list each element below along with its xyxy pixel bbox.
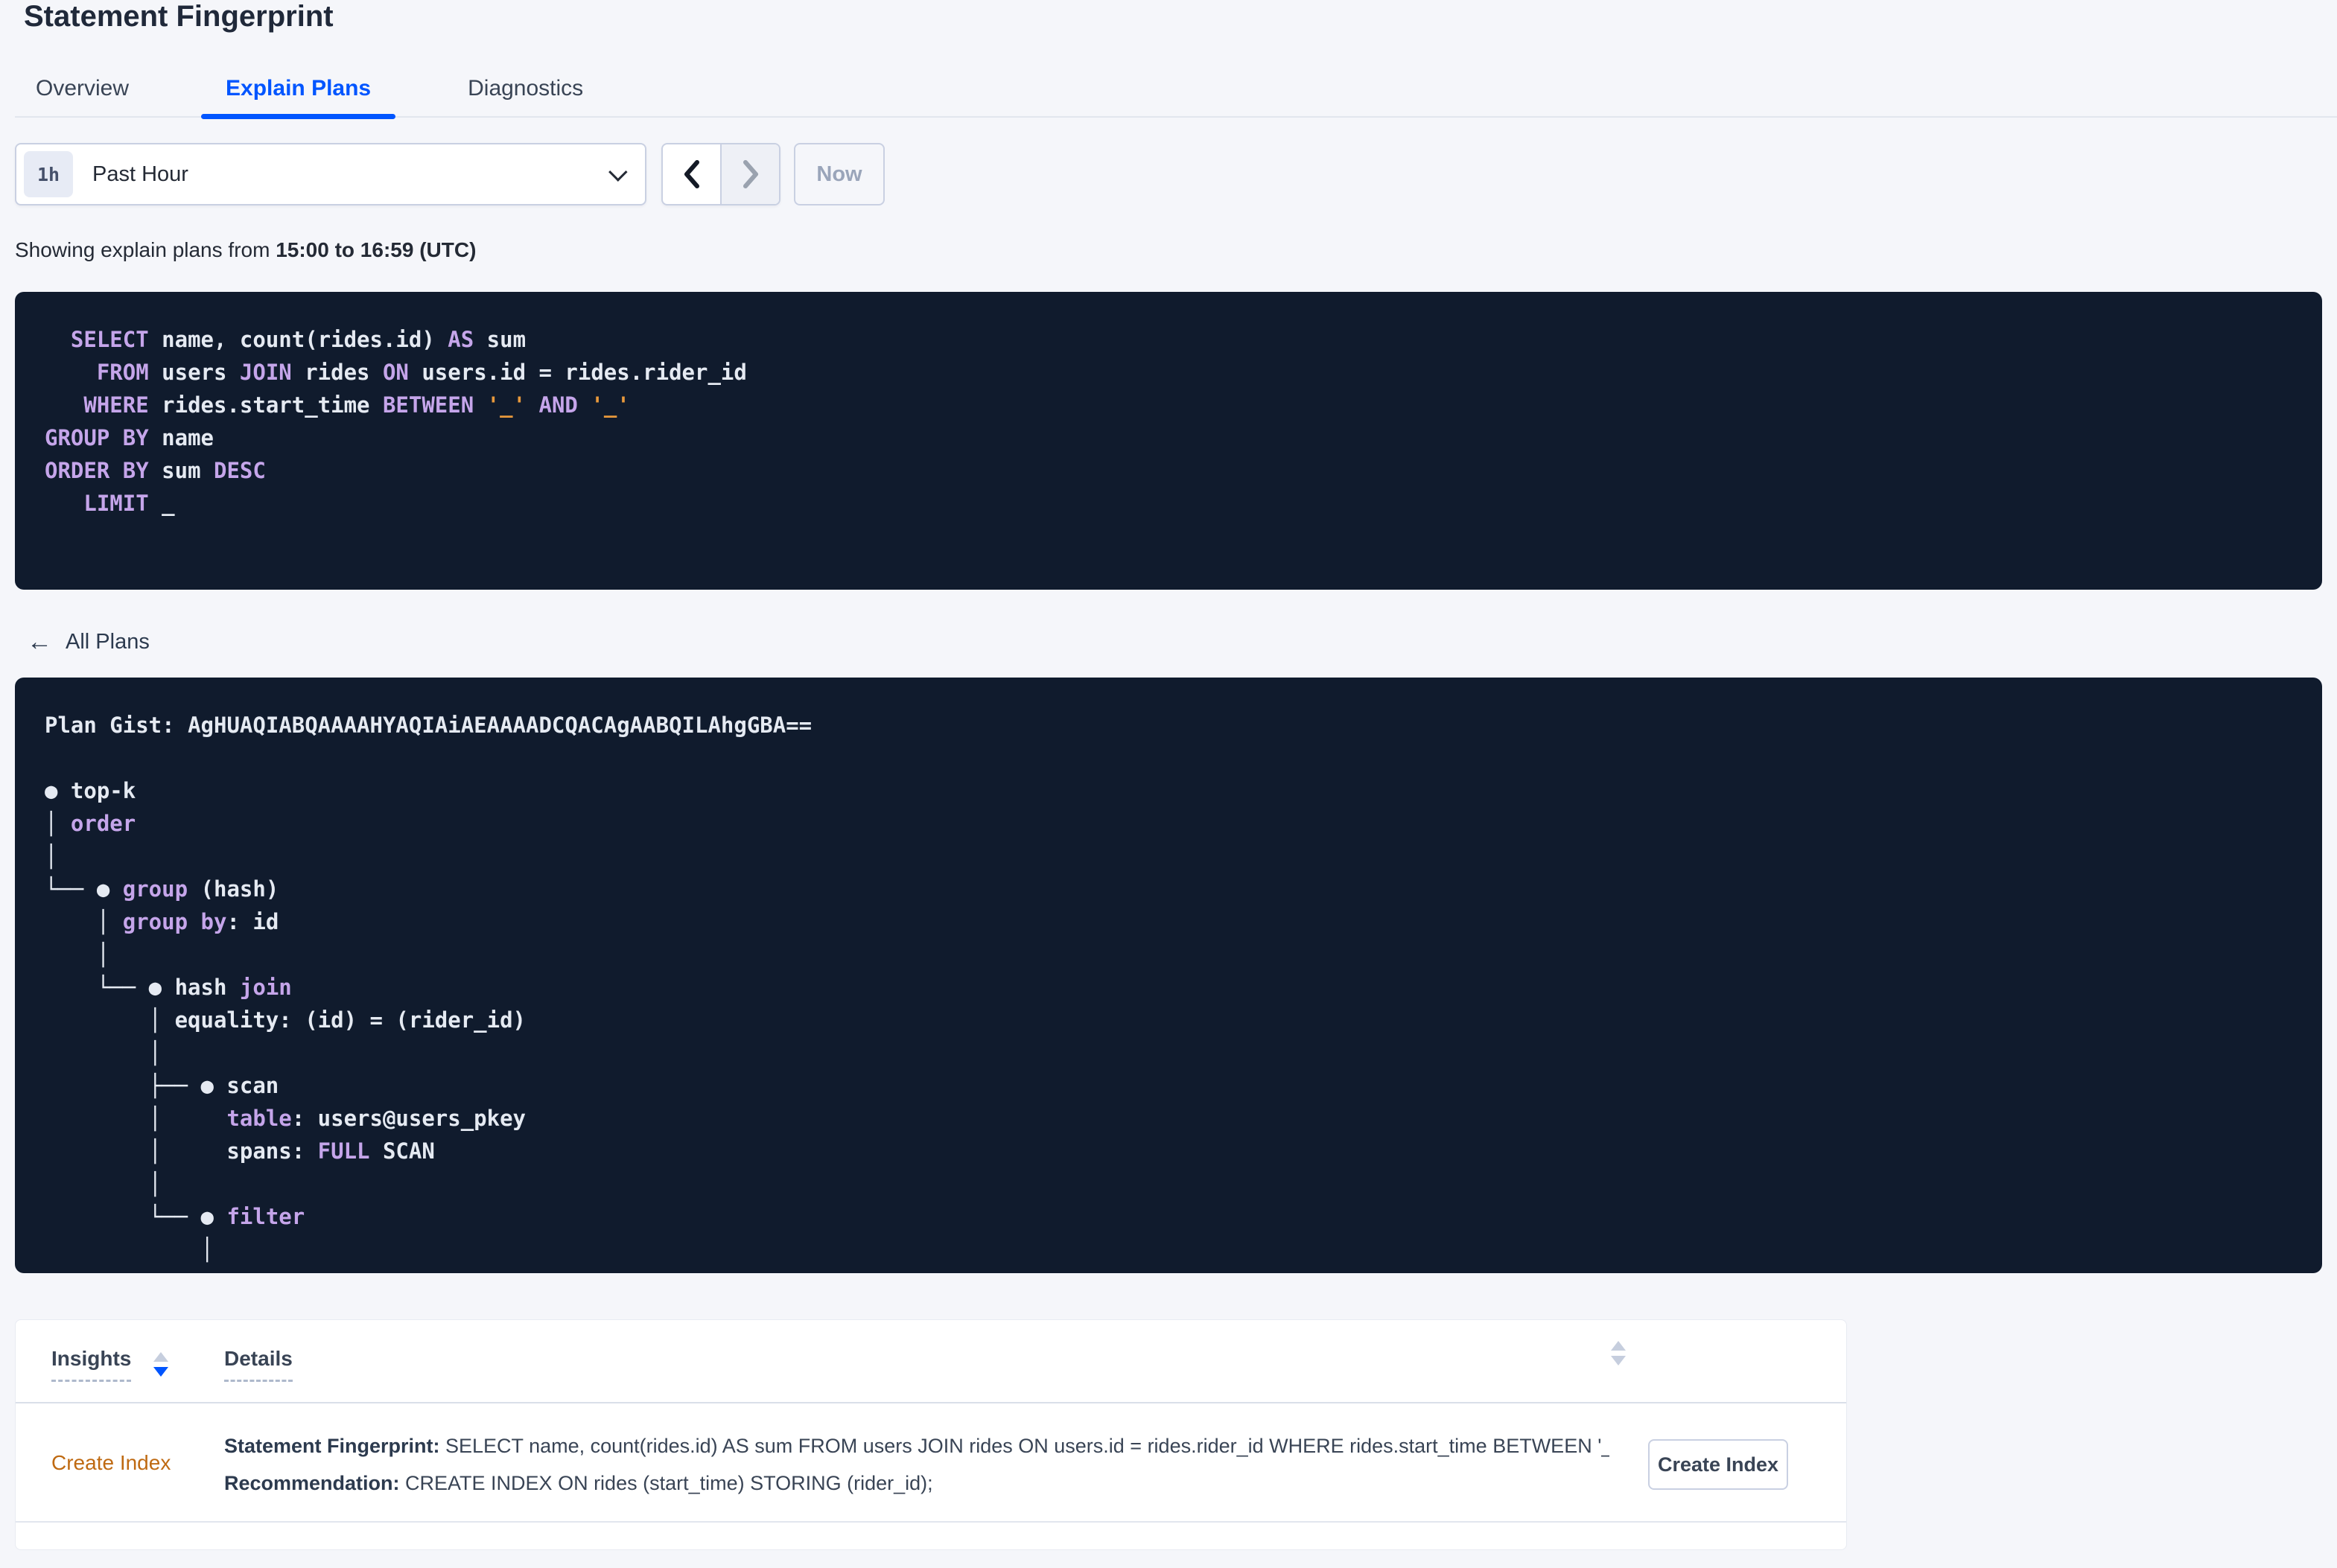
time-range-select[interactable]: 1h Past Hour (15, 143, 646, 205)
chevron-left-icon (684, 160, 699, 188)
column-header-details: Details (224, 1347, 293, 1382)
all-plans-back-link[interactable]: ← All Plans (27, 629, 150, 654)
recommendation-text: CREATE INDEX ON rides (start_time) STORI… (399, 1472, 933, 1494)
previous-range-button[interactable] (663, 144, 720, 204)
sql-statement-box: SELECT name, count(rides.id) AS sum FROM… (15, 292, 2322, 590)
insights-column-label[interactable]: Insights (51, 1347, 132, 1382)
sort-up-triangle (1611, 1341, 1626, 1351)
tab-explain-plans[interactable]: Explain Plans (201, 61, 396, 119)
insight-create-index-link[interactable]: Create Index (51, 1451, 171, 1475)
sort-down-triangle (1611, 1356, 1626, 1365)
plan-tree: ● top-k │ order │ └── ● group (hash) │ grou… (45, 778, 527, 1262)
time-step-buttons (661, 143, 780, 205)
plan-gist-box: Plan Gist: AgHUAQIABQAAAAHYAQIAiAEAAAADC… (15, 678, 2322, 1273)
time-range-label: Past Hour (92, 162, 188, 186)
insight-details-cell: Statement Fingerprint: SELECT name, coun… (224, 1427, 1609, 1502)
details-column-label[interactable]: Details (224, 1347, 293, 1382)
back-arrow-icon: ← (27, 628, 52, 656)
time-range-badge: 1h (24, 151, 73, 197)
showing-range-text: Showing explain plans from 15:00 to 16:5… (15, 238, 476, 262)
showing-range-prefix: Showing explain plans from (15, 238, 276, 261)
tab-overview[interactable]: Overview (36, 61, 129, 116)
showing-range-value: 15:00 to 16:59 (UTC) (276, 238, 477, 261)
tab-diagnostics[interactable]: Diagnostics (468, 61, 583, 116)
next-range-button[interactable] (720, 144, 779, 204)
insights-table-card: Insights Details Create Index Statement … (15, 1319, 1847, 1550)
statement-fingerprint-line: Statement Fingerprint: SELECT name, coun… (224, 1427, 1609, 1465)
plan-gist-label: Plan Gist: (45, 713, 188, 738)
plan-gist-value: AgHUAQIABQAAAAHYAQIAiAEAAAADCQACAgAABQIL… (188, 713, 813, 738)
sort-up-triangle (153, 1352, 169, 1362)
insights-table-header: Insights Details (16, 1320, 1846, 1403)
recommendation-label: Recommendation: (224, 1472, 400, 1494)
sort-icon-details[interactable] (1611, 1341, 1626, 1365)
tab-bar: Overview Explain Plans Diagnostics (15, 61, 2337, 119)
recommendation-line: Recommendation: CREATE INDEX ON rides (s… (224, 1465, 1609, 1502)
chevron-right-icon (743, 160, 758, 188)
statement-fingerprint-label: Statement Fingerprint: (224, 1435, 440, 1457)
page-title: Statement Fingerprint (24, 0, 334, 33)
now-button[interactable]: Now (794, 143, 885, 205)
chevron-down-icon (608, 162, 628, 182)
plan-gist-line: Plan Gist: AgHUAQIABQAAAAHYAQIAiAEAAAADC… (45, 709, 2292, 742)
back-link-label: All Plans (66, 629, 150, 654)
table-row: Create Index Statement Fingerprint: SELE… (16, 1403, 1846, 1523)
column-header-insights: Insights (51, 1347, 169, 1382)
sort-down-triangle (153, 1367, 169, 1377)
sort-icon-insights[interactable] (153, 1352, 169, 1377)
create-index-button[interactable]: Create Index (1648, 1439, 1788, 1490)
statement-fingerprint-text: SELECT name, count(rides.id) AS sum FROM… (439, 1435, 1609, 1457)
